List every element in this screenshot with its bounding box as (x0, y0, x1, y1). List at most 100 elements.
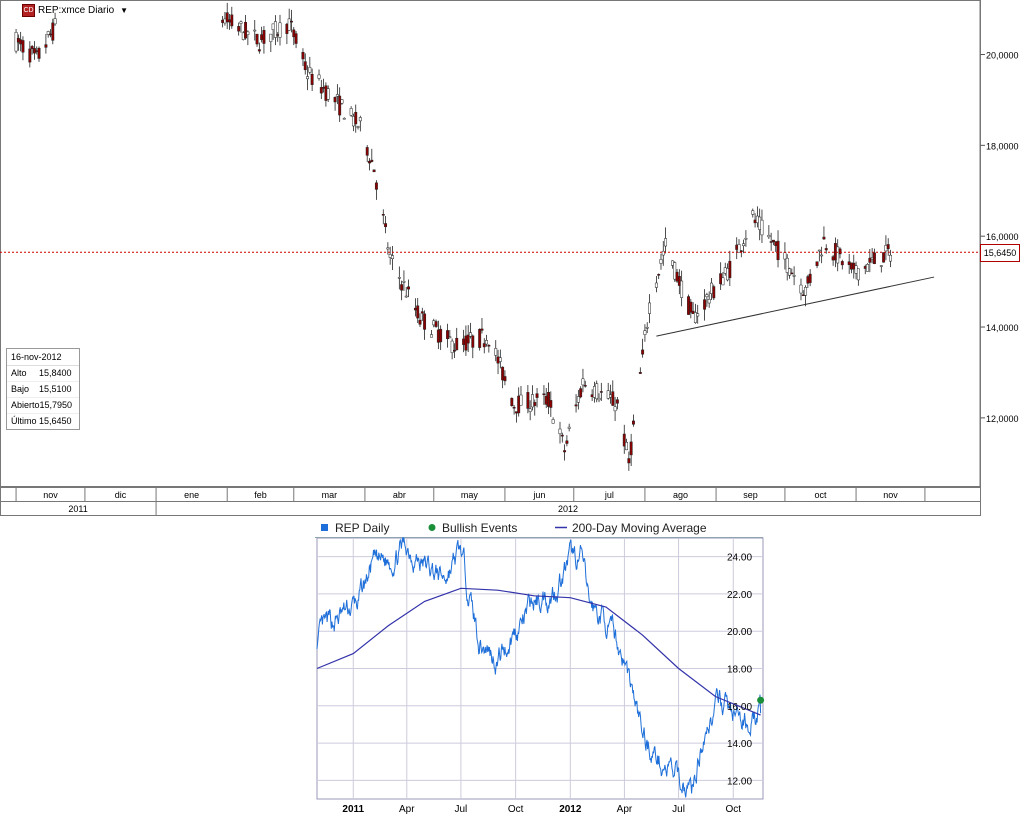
candle-body (687, 296, 690, 315)
ohlc-info-box: 16-nov-2012 Alto 15,8400 Bajo 15,5100 Abie… (6, 348, 80, 430)
candle-body (735, 244, 739, 250)
year-band (0, 501, 981, 516)
month-label: abr (393, 490, 406, 500)
y-tick-label: 20.00 (727, 627, 752, 638)
ohlc-label: Último (11, 416, 37, 426)
candle-body (760, 219, 764, 236)
candle-body (840, 261, 844, 266)
candle-body (292, 29, 296, 38)
candle-body (868, 257, 872, 263)
candle-body (244, 21, 248, 39)
candle-body (462, 338, 466, 345)
legend-label: Bullish Events (442, 521, 517, 535)
candle-body (689, 301, 693, 313)
candle-body (693, 312, 697, 323)
x-tick-label: Apr (399, 804, 415, 815)
candle-body (565, 440, 569, 444)
candle-body (710, 282, 713, 294)
candle-body (542, 393, 546, 396)
candle-body (404, 295, 408, 298)
candle-body (28, 48, 32, 63)
candle-body (850, 262, 853, 270)
month-label: sep (743, 490, 758, 500)
candle-body (627, 458, 631, 464)
candle-body (822, 236, 826, 240)
chevron-down-icon[interactable]: ▼ (120, 6, 128, 15)
candle-body (638, 372, 642, 374)
candle-body (430, 334, 433, 338)
candle-body (815, 261, 819, 266)
candle-body (485, 340, 489, 345)
candle-body (726, 268, 729, 281)
candle-body (53, 18, 57, 25)
candle-body (613, 406, 617, 412)
candle-body (551, 419, 555, 424)
candle-body (549, 400, 553, 408)
candle-body (528, 408, 532, 412)
candle-body (49, 33, 52, 36)
candle-body (882, 252, 886, 263)
candle-body (758, 216, 762, 230)
candle-body (340, 99, 344, 104)
candle-body (719, 273, 723, 285)
candle-body (597, 397, 601, 401)
candle-body (356, 126, 360, 128)
candle-body (16, 37, 20, 43)
month-label: nov (883, 490, 898, 500)
candle-body (253, 29, 257, 32)
candle-body (402, 281, 406, 283)
candle-body (400, 284, 404, 291)
candle-body (223, 18, 227, 24)
candle-body (342, 117, 346, 120)
candle-body (744, 237, 748, 240)
ohlc-value: 15,5100 (39, 384, 72, 394)
candle-body (450, 340, 454, 353)
candle-body (285, 23, 289, 34)
candle-body (324, 85, 328, 101)
chart-icon[interactable]: CD (22, 3, 35, 17)
candle-body (351, 116, 355, 127)
candle-body (517, 395, 521, 414)
candle-body (432, 320, 436, 326)
ohlc-date: 16-nov-2012 (7, 349, 79, 366)
symbol-toolbar[interactable]: CD REP:xmce Diario ▼ (22, 3, 128, 17)
month-band (0, 487, 981, 502)
candle-body (583, 385, 587, 387)
y-tick-label: 24.00 (727, 553, 752, 564)
candle-body (46, 31, 50, 35)
candle-body (558, 428, 562, 435)
candle-body (413, 307, 417, 311)
candle-body (388, 254, 392, 258)
candle-body (354, 111, 358, 125)
candle-body (35, 50, 39, 52)
ohlc-row: Último 15,6450 (7, 414, 79, 429)
candle-body (675, 271, 679, 282)
candle-body (671, 260, 674, 266)
candle-body (370, 159, 374, 162)
candle-body (384, 223, 388, 228)
y-tick-label: 14.00 (727, 739, 752, 750)
candle-body (592, 386, 596, 398)
candle-body (854, 265, 858, 274)
candle-body (225, 12, 229, 23)
candle-body (21, 40, 25, 53)
y-tick-label: 18.00 (727, 665, 752, 676)
candle-body (659, 259, 663, 264)
candle-body (326, 88, 330, 100)
candle-body (771, 239, 775, 242)
candle-body (494, 348, 498, 356)
symbol-label[interactable]: REP:xmce Diario (38, 5, 114, 16)
candle-body (228, 19, 231, 23)
ohlc-label: Abierto (11, 400, 40, 410)
candle-body (519, 394, 523, 406)
candle-body (664, 238, 668, 247)
candle-body (416, 305, 420, 319)
candle-body (804, 287, 808, 296)
candle-body (501, 366, 505, 381)
y-tick-label: 16.00 (727, 702, 752, 713)
month-label: may (461, 490, 479, 500)
candle-body (381, 214, 385, 216)
candle-body (333, 97, 337, 103)
candle-body (806, 276, 810, 284)
candle-body (739, 250, 743, 252)
